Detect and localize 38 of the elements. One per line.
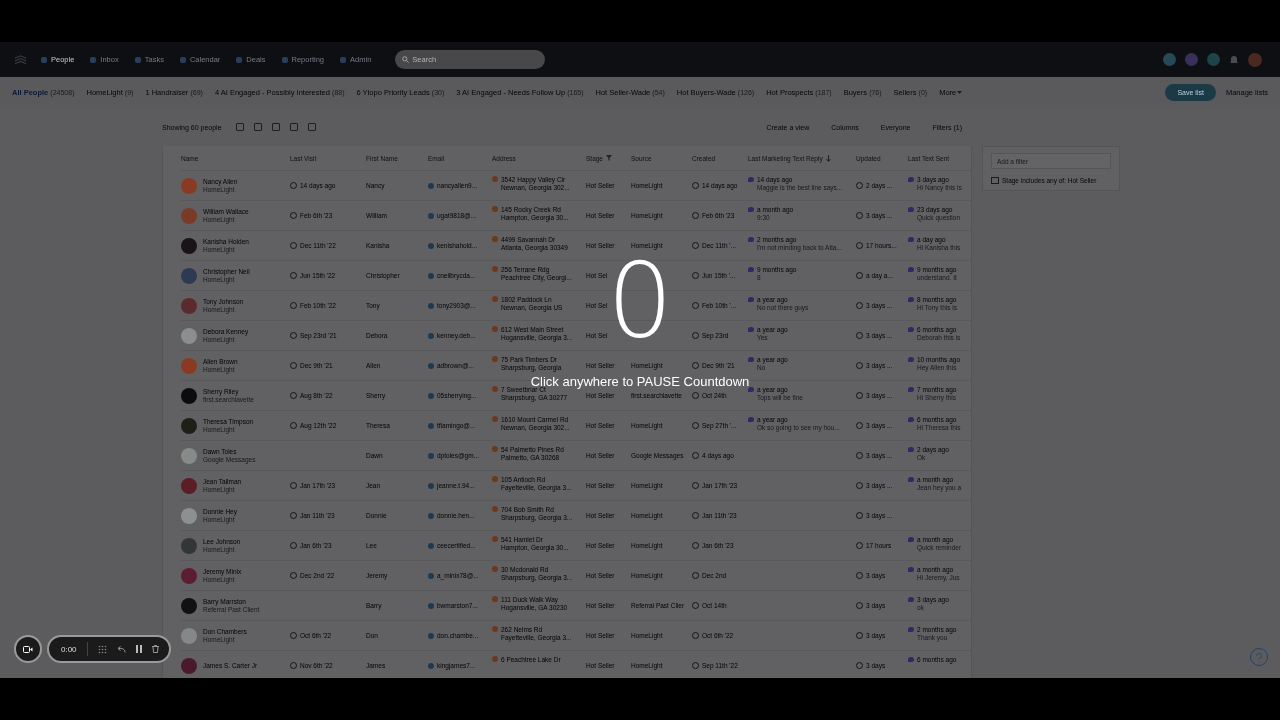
countdown-number: 0 [606, 250, 674, 350]
chat-bubble-icon [908, 657, 914, 662]
camera-icon [23, 645, 33, 653]
chat-bubble-icon [748, 417, 754, 422]
chat-bubble-icon [908, 597, 914, 602]
chat-bubble-icon [908, 357, 914, 362]
chat-bubble-icon [748, 387, 754, 392]
chat-bubble-icon [908, 207, 914, 212]
countdown-caption: Click anywhere to PAUSE Countdown [530, 375, 750, 388]
chat-bubble-icon [908, 417, 914, 422]
undo-icon[interactable] [116, 645, 126, 653]
chat-bubble-icon [908, 537, 914, 542]
recording-time: 0:00 [61, 644, 77, 654]
chat-bubble-icon [908, 297, 914, 302]
sort-arrow-icon[interactable] [825, 154, 831, 162]
filter-icon[interactable] [606, 155, 612, 161]
chat-bubble-icon [908, 177, 914, 182]
chat-bubble-icon [908, 627, 914, 632]
chat-bubble-icon [908, 387, 914, 392]
chat-bubble-icon [908, 447, 914, 452]
chat-bubble-icon [748, 237, 754, 242]
stack-logo-icon[interactable] [14, 54, 27, 65]
chat-bubble-icon [908, 567, 914, 572]
chat-bubble-icon [908, 477, 914, 482]
caret-icon[interactable] [957, 91, 963, 94]
chat-bubble-icon [748, 267, 754, 272]
chat-bubble-icon [748, 327, 754, 332]
chat-bubble-icon [748, 177, 754, 182]
chat-bubble-icon [908, 327, 914, 332]
chat-bubble-icon [748, 207, 754, 212]
pause-icon[interactable] [135, 645, 142, 653]
search-icon [402, 56, 410, 63]
chat-bubble-icon [748, 297, 754, 302]
chat-bubble-icon [908, 267, 914, 272]
chat-bubble-icon [908, 237, 914, 242]
chat-bubble-icon [748, 357, 754, 362]
user-avatar[interactable] [1248, 52, 1262, 67]
bell-icon[interactable] [1229, 54, 1239, 65]
